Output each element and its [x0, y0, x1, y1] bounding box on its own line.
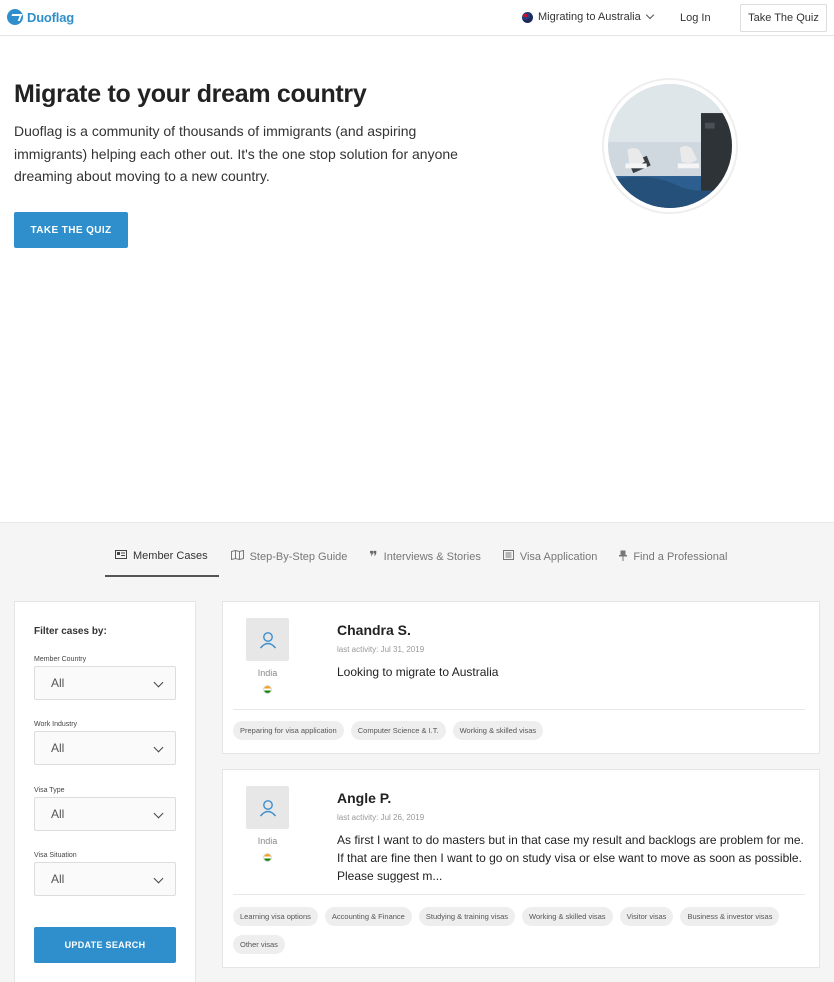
select-value: All — [51, 676, 65, 690]
hero-photo — [608, 84, 732, 208]
cases-section: Member Cases Step-By-Step Guide ❞ Interv… — [0, 522, 834, 982]
tag[interactable]: Working & skilled visas — [452, 721, 544, 740]
tab-step-by-step-guide[interactable]: Step-By-Step Guide — [230, 544, 348, 577]
avatar — [246, 618, 289, 661]
tag[interactable]: Business & investor visas — [680, 907, 780, 926]
destination-dropdown[interactable]: Migrating to Australia — [522, 10, 654, 23]
chevron-down-icon — [153, 742, 164, 753]
login-link[interactable]: Log In — [680, 12, 711, 24]
tab-label: Step-By-Step Guide — [249, 550, 348, 563]
select-value: All — [51, 872, 65, 886]
tag[interactable]: Studying & training visas — [418, 907, 515, 926]
duoflag-logo-icon — [7, 9, 23, 25]
india-flag-icon — [263, 853, 272, 862]
tag[interactable]: Accounting & Finance — [324, 907, 412, 926]
list-icon — [502, 550, 514, 563]
case-summary: As first I want to do masters but in tha… — [337, 833, 804, 883]
case-tags: Preparing for visa application Computer … — [233, 721, 809, 749]
tab-visa-application[interactable]: Visa Application — [502, 544, 598, 577]
tag[interactable]: Visitor visas — [619, 907, 674, 926]
filter-visa-type: Visa Type All — [34, 787, 176, 831]
map-icon — [230, 549, 244, 563]
last-activity: last activity: Jul 26, 2019 — [337, 813, 425, 822]
tab-find-a-professional[interactable]: Find a Professional — [619, 544, 727, 577]
avatar — [246, 786, 289, 829]
quote-icon: ❞ — [369, 548, 378, 564]
filter-label: Member Country — [34, 656, 87, 663]
divider — [233, 894, 805, 895]
member-country: India — [257, 668, 278, 678]
tab-label: Interviews & Stories — [383, 550, 481, 563]
chevron-down-icon — [153, 677, 164, 688]
case-tags: Learning visa options Accounting & Finan… — [233, 907, 809, 963]
tag[interactable]: Preparing for visa application — [233, 721, 344, 740]
select-value: All — [51, 807, 65, 821]
filter-label: Visa Situation — [34, 852, 77, 859]
filter-member-country: Member Country All — [34, 656, 176, 700]
update-search-button[interactable]: UPDATE SEARCH — [34, 927, 176, 963]
user-icon — [259, 631, 276, 648]
take-quiz-button[interactable]: TAKE THE QUIZ — [14, 212, 128, 248]
australia-flag-icon — [522, 11, 533, 23]
logo-text: Duoflag — [27, 9, 74, 25]
logo[interactable]: Duoflag — [7, 9, 74, 25]
pin-icon — [619, 550, 628, 564]
tag[interactable]: Computer Science & I.T. — [350, 721, 446, 740]
chevron-down-icon — [153, 873, 164, 884]
member-name[interactable]: Chandra S. — [337, 622, 411, 638]
member-country-select[interactable]: All — [34, 666, 176, 700]
last-activity: last activity: Jul 31, 2019 — [337, 645, 425, 654]
top-nav: Duoflag Migrating to Australia Log In Ta… — [0, 0, 834, 36]
visa-situation-select[interactable]: All — [34, 862, 176, 896]
hero-description: Duoflag is a community of thousands of i… — [14, 123, 458, 184]
id-card-icon — [115, 549, 127, 562]
user-icon — [259, 799, 276, 816]
destination-label: Migrating to Australia — [538, 11, 641, 23]
filter-label: Visa Type — [34, 787, 65, 794]
take-quiz-nav-button[interactable]: Take The Quiz — [740, 4, 827, 32]
tag[interactable]: Working & skilled visas — [522, 907, 613, 926]
filter-title: Filter cases by: — [34, 626, 107, 637]
tag[interactable]: Learning visa options — [233, 907, 318, 926]
tab-label: Visa Application — [519, 550, 598, 563]
member-name[interactable]: Angle P. — [337, 790, 391, 806]
case-summary: Looking to migrate to Australia — [337, 665, 499, 679]
work-industry-select[interactable]: All — [34, 731, 176, 765]
hero-title: Migrate to your dream country — [14, 80, 367, 108]
case-card[interactable]: India Angle P. last activity: Jul 26, 20… — [222, 769, 820, 968]
chevron-down-icon — [153, 808, 164, 819]
tab-label: Find a Professional — [633, 550, 728, 563]
section-tabs: Member Cases Step-By-Step Guide ❞ Interv… — [105, 544, 749, 577]
filter-visa-situation: Visa Situation All — [34, 852, 176, 896]
india-flag-icon — [263, 685, 272, 694]
filter-label: Work Industry — [34, 721, 78, 728]
tab-member-cases[interactable]: Member Cases — [105, 544, 219, 577]
divider — [233, 709, 805, 710]
tab-interviews-stories[interactable]: ❞ Interviews & Stories — [369, 544, 480, 577]
hero-image — [602, 78, 738, 214]
filter-panel: Filter cases by: Member Country All Work… — [14, 601, 196, 982]
member-country: India — [257, 836, 278, 846]
select-value: All — [51, 741, 65, 755]
visa-type-select[interactable]: All — [34, 797, 176, 831]
chevron-down-icon — [645, 10, 654, 20]
tag[interactable]: Other visas — [233, 935, 285, 954]
tab-label: Member Cases — [133, 549, 208, 562]
case-card[interactable]: India Chandra S. last activity: Jul 31, … — [222, 601, 820, 754]
filter-work-industry: Work Industry All — [34, 721, 176, 765]
